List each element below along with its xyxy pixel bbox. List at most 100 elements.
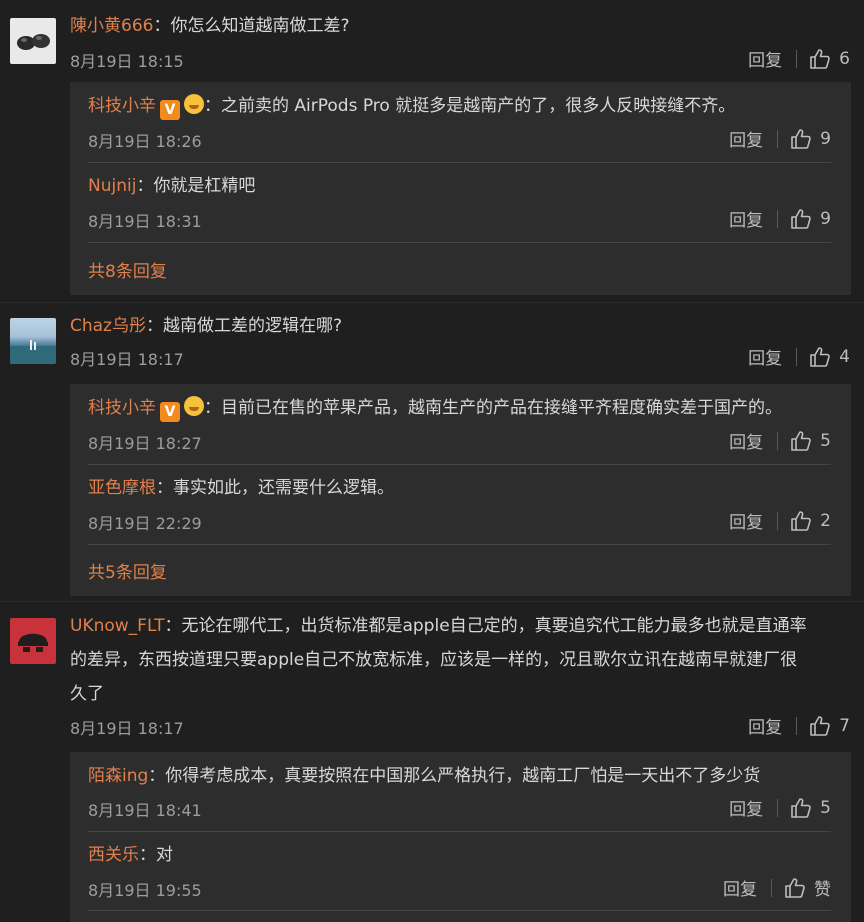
like-count: 9: [820, 128, 831, 149]
avatar[interactable]: [10, 618, 56, 664]
timestamp: 8月19日 18:26: [88, 132, 202, 151]
comment-text: Chaz乌彤：越南做工差的逻辑在哪?: [70, 316, 343, 336]
reply-text: 科技小辛 V ：目前已在售的苹果产品，越南生产的产品在接缝平齐程度确实差于国产的。: [88, 396, 782, 422]
timestamp: 8月19日 22:29: [88, 514, 202, 533]
reply-text: 科技小辛 V ：之前卖的 AirPods Pro 就挺多是越南产的了，很多人反映接缝…: [88, 94, 736, 120]
thumbs-up-icon: [785, 877, 805, 898]
divider: [771, 878, 772, 897]
like-count: 6: [839, 48, 850, 69]
reply-text: 亚色摩根：事实如此，还需要什么逻辑。: [88, 478, 394, 498]
like-count: 4: [839, 346, 850, 367]
timestamp: 8月19日 18:27: [88, 434, 202, 453]
thumbs-up-icon: [791, 797, 811, 818]
like-count: 7: [839, 715, 850, 736]
timestamp: 8月19日 18:31: [88, 212, 202, 231]
avatar[interactable]: [10, 18, 56, 64]
reply-meta: 8月19日 18:41 回复 5: [88, 793, 831, 823]
username-link[interactable]: UKnow_FLT: [70, 616, 164, 636]
reply-button[interactable]: 回复: [729, 126, 763, 151]
reply-meta: 8月19日 18:27 回复 5: [88, 426, 831, 456]
reply-meta: 8月19日 18:26 回复 9: [88, 124, 831, 154]
thumbs-up-icon: [791, 510, 811, 531]
divider: [88, 910, 831, 911]
reply-meta: 8月19日 22:29 回复 2: [88, 506, 831, 536]
more-replies-link[interactable]: 共8条回复: [88, 257, 167, 282]
timestamp: 8月19日 19:55: [88, 881, 202, 900]
divider: [777, 511, 779, 530]
timestamp: 8月19日 18:17: [70, 350, 184, 369]
comment-text: UKnow_FLT：无论在哪代工，出货标准都是apple自己定的，真要追究代工能…: [70, 616, 807, 704]
like-count: 5: [820, 797, 831, 818]
like-button[interactable]: 4: [809, 346, 850, 368]
reply-button[interactable]: 回复: [748, 344, 782, 369]
like-button[interactable]: 6: [809, 48, 850, 70]
more-replies-link[interactable]: 共5条回复: [88, 558, 167, 583]
reply-button[interactable]: 回复: [729, 428, 763, 453]
divider: [88, 464, 831, 465]
username-link[interactable]: Chaz乌彤: [70, 316, 146, 336]
username-link[interactable]: 科技小辛: [88, 96, 156, 116]
avatar[interactable]: [10, 318, 56, 364]
like-button[interactable]: 5: [790, 797, 831, 819]
username-link[interactable]: 陳小黄666: [70, 16, 153, 36]
reply-button[interactable]: 回复: [729, 206, 763, 231]
divider: [777, 129, 779, 148]
divider: [796, 49, 798, 68]
divider: [796, 347, 798, 366]
comment-meta: 8月19日 18:17 回复 7: [70, 711, 850, 741]
divider: [777, 209, 779, 228]
divider: [777, 431, 779, 450]
like-button[interactable]: 7: [809, 715, 850, 737]
reply-meta: 8月19日 18:31 回复 9: [88, 204, 831, 234]
username-link[interactable]: 陌森ing: [88, 766, 148, 786]
username-link[interactable]: Nujnij: [88, 176, 136, 196]
like-count: 9: [820, 208, 831, 229]
reply-button[interactable]: 回复: [748, 46, 782, 71]
like-button[interactable]: 9: [790, 128, 831, 150]
thumbs-up-icon: [791, 128, 811, 149]
like-button[interactable]: 9: [790, 208, 831, 230]
v-badge-icon: V: [160, 100, 180, 120]
divider: [777, 798, 779, 817]
like-count: 5: [820, 430, 831, 451]
thumbs-up-icon: [791, 430, 811, 451]
smiley-badge-icon: [184, 94, 204, 114]
thumbs-up-icon: [810, 346, 830, 367]
like-count: 赞: [814, 880, 831, 900]
reply-button[interactable]: 回复: [748, 713, 782, 738]
reply-meta: 8月19日 19:55 回复 赞: [88, 873, 831, 903]
smiley-badge-icon: [184, 396, 204, 416]
thumbs-up-icon: [810, 715, 830, 736]
timestamp: 8月19日 18:17: [70, 719, 184, 738]
username-link[interactable]: 西关乐: [88, 845, 139, 865]
v-badge-icon: V: [160, 402, 180, 422]
timestamp: 8月19日 18:15: [70, 52, 184, 71]
timestamp: 8月19日 18:41: [88, 801, 202, 820]
reply-button[interactable]: 回复: [723, 875, 757, 900]
divider: [88, 544, 831, 545]
like-button[interactable]: 5: [790, 430, 831, 452]
divider: [88, 242, 831, 243]
thumbs-up-icon: [791, 208, 811, 229]
like-count: 2: [820, 510, 831, 531]
divider: [0, 601, 864, 602]
divider: [0, 302, 864, 303]
comment-meta: 8月19日 18:15 回复 6: [70, 44, 850, 74]
reply-text: 西关乐：对: [88, 845, 173, 865]
thumbs-up-icon: [810, 48, 830, 69]
reply-box: 陌森ing：你得考虑成本，真要按照在中国那么严格执行，越南工厂怕是一天出不了多少…: [70, 752, 851, 922]
divider: [88, 162, 831, 163]
reply-text: Nujnij：你就是杠精吧: [88, 176, 256, 196]
reply-text: 陌森ing：你得考虑成本，真要按照在中国那么严格执行，越南工厂怕是一天出不了多少…: [88, 766, 761, 786]
divider: [88, 831, 831, 832]
like-button[interactable]: 赞: [784, 875, 831, 900]
reply-button[interactable]: 回复: [729, 795, 763, 820]
reply-button[interactable]: 回复: [729, 508, 763, 533]
divider: [796, 716, 798, 735]
comment-text: 陳小黄666：你怎么知道越南做工差?: [70, 16, 350, 36]
comment-meta: 8月19日 18:17 回复 4: [70, 342, 850, 372]
username-link[interactable]: 亚色摩根: [88, 478, 156, 498]
username-link[interactable]: 科技小辛: [88, 398, 156, 418]
reply-box: 科技小辛 V ：目前已在售的苹果产品，越南生产的产品在接缝平齐程度确实差于国产的。 …: [70, 384, 851, 596]
like-button[interactable]: 2: [790, 510, 831, 532]
